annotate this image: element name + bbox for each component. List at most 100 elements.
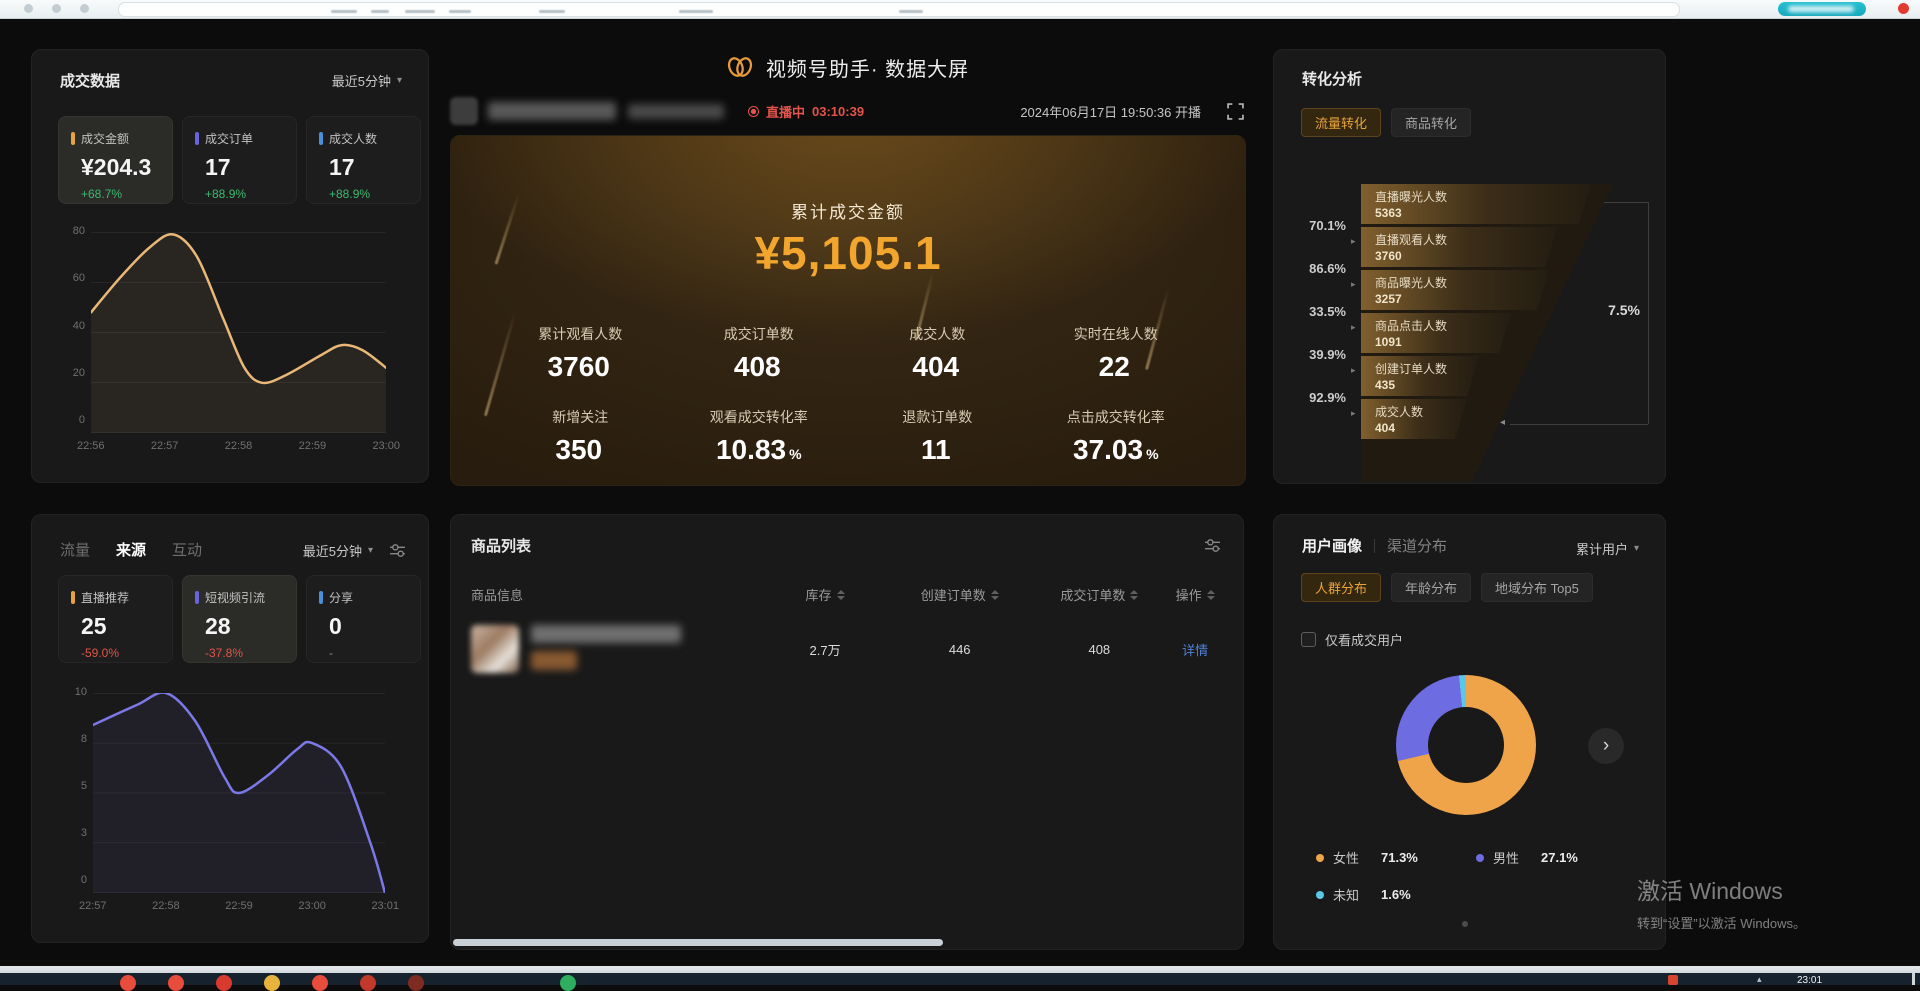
filter-sliders-icon[interactable] — [389, 542, 406, 559]
col-actions-sort[interactable]: 操作 — [1169, 585, 1221, 604]
address-bar[interactable] — [118, 2, 1680, 17]
tab-channel-distribution[interactable]: 渠道分布 — [1387, 535, 1447, 556]
arrow-left-icon: ◂ — [1500, 417, 1505, 428]
axis-tick: 10 — [75, 686, 87, 698]
arrow-right-icon: ▸ — [1351, 279, 1356, 290]
carousel-next-button[interactable]: › — [1588, 728, 1624, 764]
metric-card-amount[interactable]: 成交金额 ¥204.3 +68.7% — [58, 116, 173, 204]
product-image — [471, 625, 519, 673]
axis-tick: 22:58 — [225, 440, 253, 452]
taskbar-app-icon[interactable] — [168, 975, 184, 991]
tab-interaction[interactable]: 互动 — [172, 539, 202, 560]
taskbar-app-icon[interactable] — [264, 975, 280, 991]
card-delta: +88.9% — [329, 187, 410, 201]
funnel-step: 成交人数404 — [1361, 399, 1467, 439]
taskbar-app-icon[interactable] — [120, 975, 136, 991]
taskbar-app-icon[interactable] — [216, 975, 232, 991]
funnel-step: 商品点击人数1091 — [1361, 313, 1511, 353]
axis-tick: 40 — [73, 320, 85, 332]
stat-block: 成交订单数408 — [670, 324, 849, 383]
taskbar-app-icon[interactable] — [360, 975, 376, 991]
gender-donut-chart — [1396, 675, 1536, 815]
card-label: 直播推荐 — [81, 589, 129, 606]
stat-block: 点击成交转化率37.03% — [1027, 407, 1206, 466]
legend-item: 女性71.3% — [1316, 848, 1476, 867]
deal-plot — [91, 232, 386, 433]
card-value: 0 — [329, 613, 410, 640]
show-desktop-button[interactable] — [1912, 973, 1915, 985]
metric-card-buyers[interactable]: 成交人数 17 +88.9% — [306, 116, 421, 204]
time-range-dropdown[interactable]: 最近5分钟 ▾ — [303, 541, 373, 560]
stat-block: 退款订单数11 — [848, 407, 1027, 466]
live-label: 直播中 — [766, 102, 805, 121]
range-label: 累计用户 — [1576, 539, 1628, 558]
tab-region-top5[interactable]: 地域分布 Top5 — [1481, 573, 1593, 602]
horizontal-scrollbar[interactable] — [453, 939, 943, 946]
taskbar-app-icon[interactable] — [312, 975, 328, 991]
forward-icon[interactable] — [52, 4, 61, 13]
card-delta: +68.7% — [81, 187, 162, 201]
deal-users-only-checkbox[interactable]: 仅看成交用户 — [1301, 630, 1403, 649]
axis-tick: 22:59 — [299, 440, 327, 452]
axis-tick: 22:56 — [77, 440, 105, 452]
card-delta: - — [329, 646, 410, 660]
chevron-down-icon: ▾ — [397, 75, 402, 86]
refresh-icon[interactable] — [80, 4, 89, 13]
axis-tick: 5 — [81, 780, 87, 792]
funnel-rate: 86.6% — [1274, 261, 1346, 276]
taskbar-clock[interactable]: 23:01 — [1797, 975, 1822, 986]
live-dot-icon — [748, 106, 759, 117]
y-axis: 108530 — [55, 686, 87, 886]
marker — [195, 132, 199, 145]
tab-traffic[interactable]: 流量 — [60, 539, 90, 560]
metric-card-live-recommend[interactable]: 直播推荐 25 -59.0% — [58, 575, 173, 663]
chevron-down-icon: ▾ — [1634, 543, 1639, 554]
product-name-blur — [531, 625, 681, 643]
metric-card-orders[interactable]: 成交订单 17 +88.9% — [182, 116, 297, 204]
fullscreen-icon[interactable] — [1227, 103, 1244, 120]
taskbar-app-icon[interactable] — [560, 975, 576, 991]
browser-extension-button[interactable] — [1778, 2, 1866, 16]
col-stock-sort[interactable]: 库存 — [760, 585, 890, 604]
taskbar-tray-icon[interactable] — [1668, 975, 1678, 985]
donut-legend: 女性71.3% 男性27.1% 未知1.6% — [1316, 839, 1636, 913]
metric-card-short-video[interactable]: 短视频引流 28 -37.8% — [182, 575, 297, 663]
browser-horizontal-scrollbar[interactable] — [0, 966, 1920, 973]
col-deal-orders-sort[interactable]: 成交订单数 — [1030, 585, 1170, 604]
user-range-dropdown[interactable]: 累计用户 ▾ — [1576, 539, 1639, 558]
card-delta: -59.0% — [81, 646, 162, 660]
col-created-orders-sort[interactable]: 创建订单数 — [890, 585, 1030, 604]
tab-crowd-distribution[interactable]: 人群分布 — [1301, 573, 1381, 602]
tab-user-profile[interactable]: 用户画像 — [1302, 535, 1362, 556]
channels-logo-icon — [725, 54, 755, 80]
col-product-info: 商品信息 — [471, 585, 760, 604]
axis-tick: 22:58 — [152, 900, 180, 912]
metric-card-share[interactable]: 分享 0 - — [306, 575, 421, 663]
range-label: 最近5分钟 — [332, 71, 391, 90]
funnel-rate: 92.9% — [1274, 390, 1346, 405]
axis-tick: 22:57 — [79, 900, 107, 912]
panel-hero-gmv: 累计成交金额 ¥5,105.1 累计观看人数3760 成交订单数408 成交人数… — [450, 135, 1246, 486]
tab-product-conversion[interactable]: 商品转化 — [1391, 108, 1471, 137]
carousel-dot[interactable] — [1462, 921, 1468, 927]
back-icon[interactable] — [24, 4, 33, 13]
product-price-blur — [531, 651, 577, 670]
stat-block: 新增关注350 — [491, 407, 670, 466]
card-delta: -37.8% — [205, 646, 286, 660]
axis-tick: 23:00 — [372, 440, 400, 452]
tab-age-distribution[interactable]: 年龄分布 — [1391, 573, 1471, 602]
axis-tick: 20 — [73, 367, 85, 379]
gmv-title: 累计成交金额 — [451, 198, 1245, 223]
filter-sliders-icon[interactable] — [1204, 537, 1221, 554]
tab-source[interactable]: 来源 — [116, 539, 146, 560]
taskbar-app-icon[interactable] — [408, 975, 424, 991]
card-value: ¥204.3 — [81, 154, 162, 181]
range-label: 最近5分钟 — [303, 541, 362, 560]
time-range-dropdown[interactable]: 最近5分钟 ▾ — [332, 71, 402, 90]
detail-link[interactable]: 详情 — [1169, 640, 1221, 659]
tab-traffic-conversion[interactable]: 流量转化 — [1301, 108, 1381, 137]
hero-stats-grid: 累计观看人数3760 成交订单数408 成交人数404 实时在线人数22 新增关… — [491, 324, 1205, 466]
legend-dot — [1476, 854, 1484, 862]
tray-expand-icon[interactable]: ▴ — [1757, 974, 1762, 985]
axis-tick: 8 — [81, 733, 87, 745]
